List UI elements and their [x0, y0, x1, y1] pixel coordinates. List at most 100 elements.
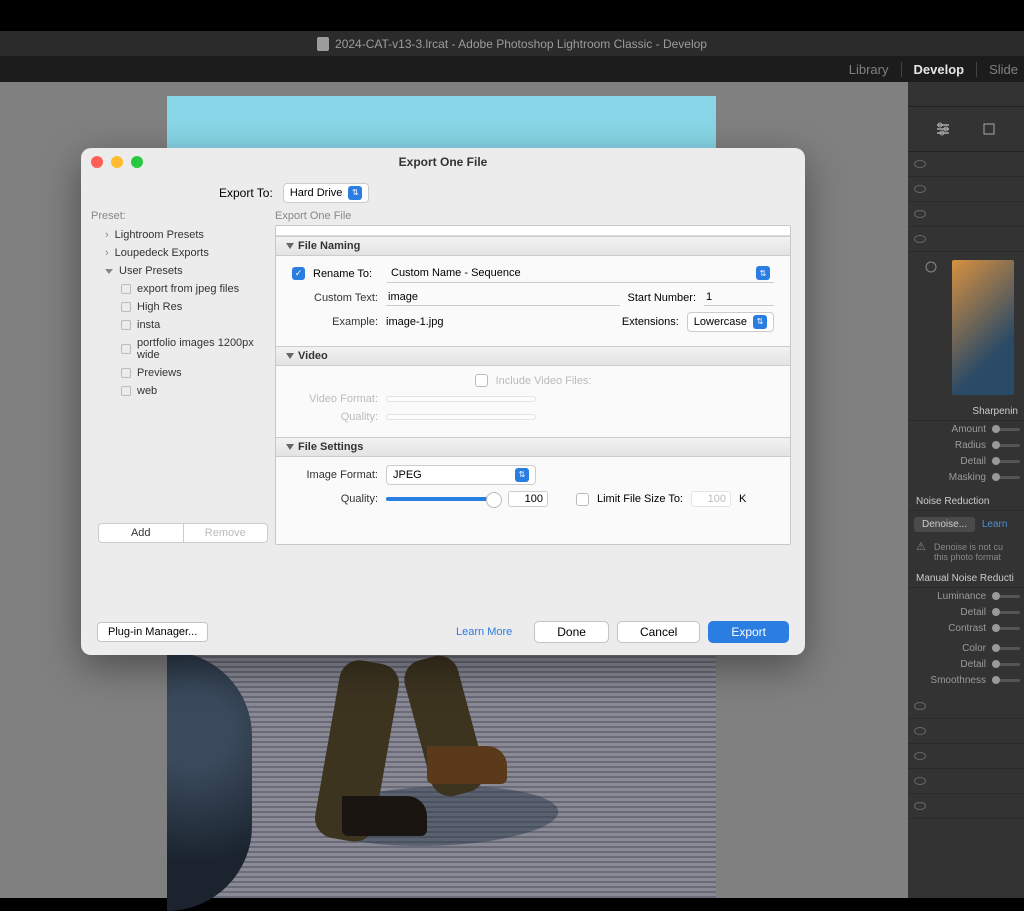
checkbox-icon[interactable] [121, 284, 131, 294]
slider-smoothness[interactable] [992, 679, 1020, 682]
image-format-label: Image Format: [292, 469, 378, 481]
eye-icon[interactable] [914, 235, 926, 243]
chevron-updown-icon: ⇅ [515, 468, 529, 482]
section-sharpening: Sharpenin [908, 403, 1024, 421]
slider-detail2[interactable] [992, 611, 1020, 614]
label-detail: Detail [960, 456, 986, 467]
label-radius: Radius [955, 440, 986, 451]
export-button[interactable]: Export [708, 621, 789, 643]
cancel-button[interactable]: Cancel [617, 621, 700, 643]
slider-masking[interactable] [992, 476, 1020, 479]
quality-label: Quality: [292, 493, 378, 505]
slider-detail[interactable] [992, 460, 1020, 463]
plugin-manager-button[interactable]: Plug-in Manager... [97, 622, 208, 642]
preset-item[interactable]: web [91, 382, 265, 400]
detail-thumbnail [908, 252, 1024, 403]
custom-text-label: Custom Text: [292, 292, 378, 304]
video-format-select [386, 396, 536, 402]
label-color: Color [962, 643, 986, 654]
section-file-settings[interactable]: File Settings [276, 437, 790, 457]
slider-luminance[interactable] [992, 595, 1020, 598]
preset-item[interactable]: High Res [91, 298, 265, 316]
checkbox-icon[interactable] [121, 368, 131, 378]
module-library[interactable]: Library [837, 62, 902, 77]
rename-scheme-select[interactable]: Custom Name - Sequence ⇅ [387, 264, 774, 283]
module-slideshow[interactable]: Slide [977, 62, 1018, 77]
eye-icon[interactable] [914, 727, 926, 735]
dialog-titlebar: Export One File [81, 148, 805, 176]
extensions-select[interactable]: Lowercase ⇅ [687, 312, 774, 332]
include-video-checkbox[interactable] [475, 374, 488, 387]
denoise-note: Denoise is not cu this photo format [908, 538, 1024, 570]
chevron-updown-icon: ⇅ [753, 315, 767, 329]
module-develop[interactable]: Develop [902, 62, 978, 77]
eye-icon[interactable] [914, 160, 926, 168]
add-preset-button[interactable]: Add [99, 524, 184, 542]
slider-detail3[interactable] [992, 663, 1020, 666]
chevron-updown-icon: ⇅ [756, 266, 770, 280]
preset-group-user[interactable]: User Presets [91, 262, 265, 280]
extensions-label: Extensions: [622, 316, 679, 328]
eye-icon[interactable] [914, 210, 926, 218]
done-button[interactable]: Done [534, 621, 609, 643]
include-video-label: Include Video Files: [496, 375, 592, 387]
preset-group-loupedeck[interactable]: Loupedeck Exports [91, 244, 265, 262]
label-luminance: Luminance [937, 591, 986, 602]
minimize-icon[interactable] [111, 156, 123, 168]
module-picker: Library Develop Slide [0, 56, 1024, 82]
limit-size-checkbox[interactable] [576, 493, 589, 506]
section-noise: Noise Reduction [908, 493, 1024, 511]
preset-group-lightroom[interactable]: Lightroom Presets [91, 226, 265, 244]
rename-checkbox[interactable]: ✓ [292, 267, 305, 280]
section-file-naming[interactable]: File Naming [276, 236, 790, 256]
preset-item[interactable]: Previews [91, 364, 265, 382]
slider-contrast[interactable] [992, 627, 1020, 630]
app-titlebar: 2024-CAT-v13-3.lrcat - Adobe Photoshop L… [0, 31, 1024, 56]
slider-amount[interactable] [992, 428, 1020, 431]
zoom-icon[interactable] [131, 156, 143, 168]
custom-text-input[interactable] [386, 289, 620, 306]
dialog-title: Export One File [81, 155, 805, 169]
section-video[interactable]: Video [276, 346, 790, 366]
start-number-label: Start Number: [628, 292, 696, 304]
tool-strip [908, 106, 1024, 152]
crop-icon[interactable] [981, 121, 997, 137]
sliders-icon[interactable] [935, 121, 951, 137]
image-format-select[interactable]: JPEG ⇅ [386, 465, 536, 485]
preset-item[interactable]: portfolio images 1200px wide [91, 334, 265, 364]
denoise-learn-link[interactable]: Learn [982, 519, 1008, 530]
section-manual-noise: Manual Noise Reducti [908, 570, 1024, 588]
checkbox-icon[interactable] [121, 344, 131, 354]
checkbox-icon[interactable] [121, 320, 131, 330]
eye-icon[interactable] [914, 752, 926, 760]
slider-radius[interactable] [992, 444, 1020, 447]
chevron-updown-icon: ⇅ [348, 186, 362, 200]
quality-value[interactable]: 100 [508, 491, 548, 507]
label-masking: Masking [949, 472, 986, 483]
denoise-button[interactable]: Denoise... [914, 517, 975, 532]
example-value: image-1.jpg [386, 316, 614, 328]
eye-icon[interactable] [914, 777, 926, 785]
document-icon [317, 37, 329, 51]
learn-more-link[interactable]: Learn More [456, 626, 512, 638]
limit-size-label: Limit File Size To: [597, 493, 683, 505]
eye-icon[interactable] [914, 802, 926, 810]
checkbox-icon[interactable] [121, 302, 131, 312]
start-number-input[interactable] [704, 289, 774, 306]
checkbox-icon[interactable] [121, 386, 131, 396]
preset-item[interactable]: export from jpeg files [91, 280, 265, 298]
label-smoothness: Smoothness [930, 675, 986, 686]
target-icon[interactable] [924, 260, 938, 274]
app-title: 2024-CAT-v13-3.lrcat - Adobe Photoshop L… [335, 37, 707, 51]
preset-header: Preset: [91, 210, 265, 222]
export-to-label: Export To: [219, 186, 273, 200]
close-icon[interactable] [91, 156, 103, 168]
remove-preset-button: Remove [184, 524, 268, 542]
preset-item[interactable]: insta [91, 316, 265, 334]
slider-color[interactable] [992, 647, 1020, 650]
eye-icon[interactable] [914, 185, 926, 193]
export-to-select[interactable]: Hard Drive ⇅ [283, 183, 370, 203]
export-to-value: Hard Drive [290, 187, 343, 199]
quality-slider[interactable] [386, 497, 496, 501]
eye-icon[interactable] [914, 702, 926, 710]
